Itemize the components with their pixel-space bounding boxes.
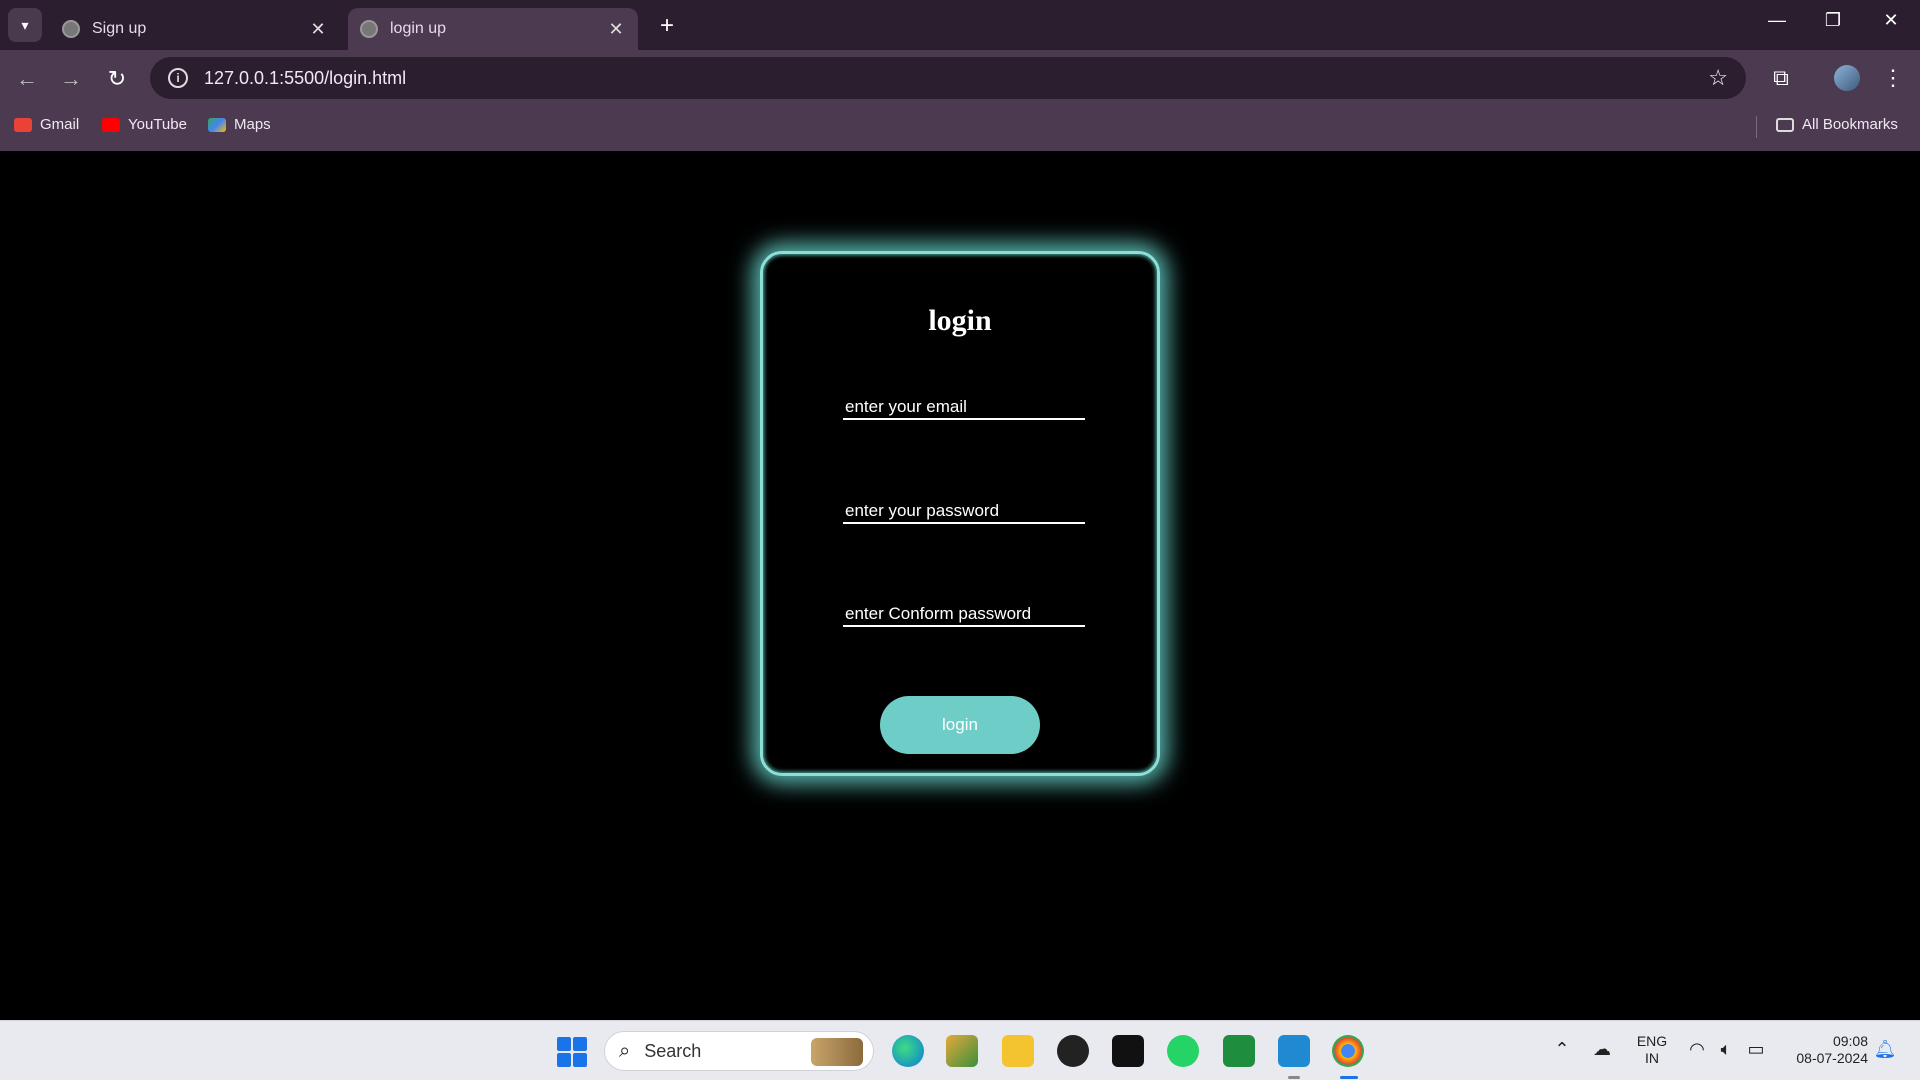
bookmarks-divider [1756,116,1757,138]
taskbar: ⌕ Search ⌃ ☁ ENG IN ◠ 🔈︎ ▭ 09:08 08-07-2… [0,1020,1920,1080]
language-indicator[interactable]: ENG IN [1630,1033,1674,1067]
confirm-password-field[interactable] [843,595,1085,625]
time-label: 09:08 [1832,1033,1868,1049]
bell-icon[interactable]: 🔔︎ [1872,1039,1898,1060]
address-bar[interactable]: i 127.0.0.1:5500/login.html ☆ [150,57,1746,99]
globe-icon [62,20,80,38]
password-field-wrapper [843,492,1085,524]
tab-label: Sign up [92,20,147,37]
windows-start-icon[interactable] [557,1037,587,1067]
region-label: IN [1645,1050,1659,1066]
password-field[interactable] [843,492,1085,522]
vscode-icon[interactable] [1278,1035,1310,1067]
whatsapp-icon[interactable] [1167,1035,1199,1067]
tab-sign-up[interactable]: Sign up ✕ [50,8,340,50]
tab-search-button[interactable]: ▾ [8,8,42,42]
bookmark-label: Gmail [40,116,80,133]
search-icon: ⌕ [619,1039,631,1062]
email-field-wrapper [843,388,1085,420]
all-bookmarks-label: All Bookmarks [1802,116,1898,133]
chevron-up-icon[interactable]: ⌃ [1549,1039,1575,1060]
confirm-password-field-wrapper [843,595,1085,627]
taskbar-search-label: Search [644,1040,702,1061]
reload-button[interactable]: ↻ [102,64,132,94]
browser-toolbar: ← → ↻ i 127.0.0.1:5500/login.html ☆ ⧉ ⋮ [0,50,1920,106]
url-text[interactable]: 127.0.0.1:5500/login.html [204,68,1708,89]
chevron-down-icon: ▾ [21,16,29,33]
classroom-icon[interactable] [1223,1035,1255,1067]
maps-icon [208,117,226,132]
taskbar-search[interactable]: ⌕ Search [604,1031,874,1071]
file-explorer-icon[interactable] [1002,1035,1034,1067]
email-field[interactable] [843,388,1085,418]
login-title: login [928,304,992,337]
globe-icon [360,20,378,38]
bookmark-gmail[interactable]: Gmail [14,116,79,133]
wifi-icon[interactable]: ◠ [1684,1039,1710,1060]
login-button[interactable]: login [880,696,1040,754]
bookmark-maps[interactable]: Maps [208,116,271,133]
close-window-button[interactable]: ✕ [1876,10,1906,31]
gmail-icon [14,117,32,132]
youtube-icon [102,117,120,132]
login-card: login login [760,251,1160,776]
photos-icon[interactable] [946,1035,978,1067]
new-tab-button[interactable]: + [652,12,682,40]
volume-icon[interactable]: 🔈︎ [1713,1039,1739,1060]
back-button[interactable]: ← [12,64,42,94]
bookmarks-bar: Gmail YouTube Maps All Bookmarks [0,106,1920,151]
clock[interactable]: 09:08 08-07-2024 [1782,1033,1868,1067]
search-highlight-image [811,1038,863,1066]
avatar[interactable] [1834,65,1860,91]
date-label: 08-07-2024 [1796,1050,1868,1066]
github-icon[interactable] [1112,1035,1144,1067]
info-icon[interactable]: i [168,68,188,88]
bookmark-label: Maps [234,116,271,133]
star-icon[interactable]: ☆ [1708,65,1728,91]
vscode-running-indicator [1288,1076,1300,1079]
extensions-icon[interactable]: ⧉ [1765,62,1797,94]
forward-button[interactable]: → [56,64,86,94]
chrome-active-indicator [1340,1076,1358,1079]
tab-close-button[interactable]: ✕ [606,19,626,40]
page-content: login login [0,151,1920,1020]
language-label: ENG [1636,1033,1668,1049]
onedrive-icon[interactable]: ☁ [1589,1039,1615,1060]
tab-label: login up [390,20,447,37]
bookmark-youtube[interactable]: YouTube [102,116,187,133]
edge-icon[interactable] [892,1035,924,1067]
chrome-icon[interactable] [1332,1035,1364,1067]
tab-close-button[interactable]: ✕ [308,19,328,40]
battery-icon[interactable]: ▭ [1743,1039,1769,1060]
all-bookmarks-button[interactable]: All Bookmarks [1776,116,1898,133]
dell-icon[interactable] [1057,1035,1089,1067]
restore-button[interactable]: ❐ [1818,10,1848,31]
minimize-button[interactable]: — [1762,10,1792,31]
tab-login-up[interactable]: login up ✕ [348,8,638,50]
menu-icon[interactable]: ⋮ [1877,62,1909,94]
bookmark-label: YouTube [128,116,187,133]
browser-title-bar: ▾ Sign up ✕ login up ✕ + — ❐ ✕ [0,0,1920,50]
folder-icon [1776,117,1794,132]
